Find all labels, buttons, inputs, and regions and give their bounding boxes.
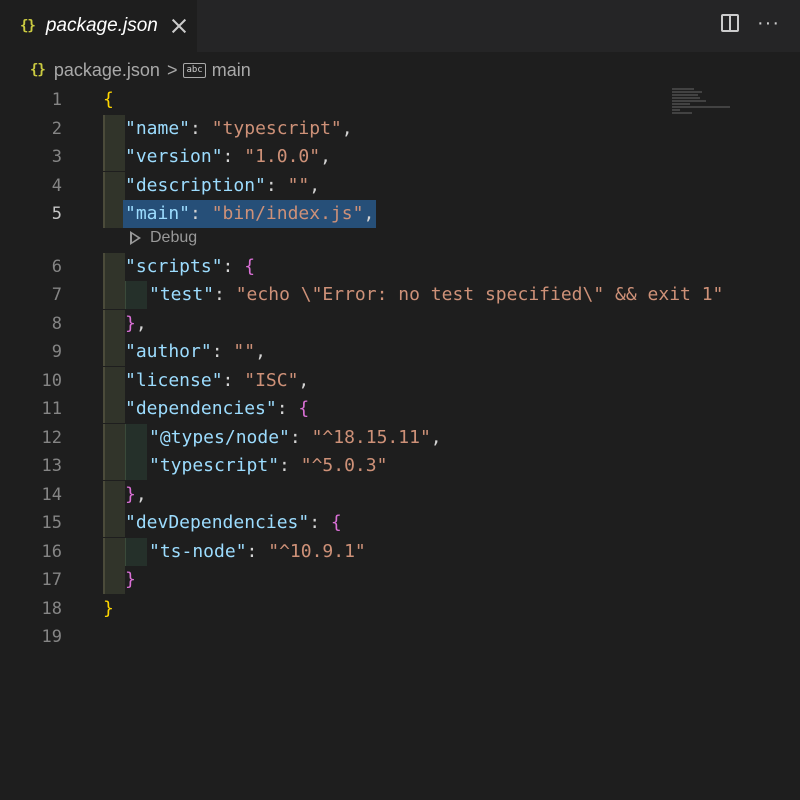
code-line: 19 [0,623,800,651]
line-number: 14 [41,485,62,505]
code-line: 10 "license": "ISC", [0,367,800,395]
indent-guide [125,424,147,452]
editor-actions: ··· [721,13,780,33]
indent-guide [103,115,125,143]
indent-guide [103,424,125,452]
play-icon [130,231,141,245]
code-line: 14 }, [0,481,800,509]
line-number: 9 [51,342,62,362]
json-file-icon: {} [30,62,46,78]
chevron-right-icon: > [166,59,178,80]
code-line: 17 } [0,566,800,594]
breadcrumb: {} package.json > abc main [0,56,251,84]
indent-guide [103,172,125,200]
code-line: 3 "version": "1.0.0", [0,143,800,171]
code-line: 8 }, [0,310,800,338]
indent-guide [103,281,125,309]
brace: { [103,89,114,110]
debug-codelens[interactable]: Debug [130,226,197,250]
tab-bar: {} package.json ··· [0,0,800,52]
json-file-icon: {} [20,18,36,34]
line-number: 5 [51,204,62,224]
line-number: 13 [41,456,62,476]
line-number: 3 [51,147,62,167]
indent-guide [103,395,125,423]
line-number: 12 [41,428,62,448]
line-number: 15 [41,513,62,533]
code-line: 15 "devDependencies": { [0,509,800,537]
more-actions-icon[interactable]: ··· [757,13,780,33]
line-number: 6 [51,257,62,277]
indent-guide [103,509,125,537]
indent-guide [103,481,125,509]
code-line: 7 "test": "echo \"Error: no test specifi… [0,281,800,309]
indent-guide [103,143,125,171]
line-number: 19 [41,627,62,647]
tab-package-json[interactable]: {} package.json [0,0,197,52]
code-line: 16 "ts-node": "^10.9.1" [0,538,800,566]
code-editor[interactable]: 1 { 2 "name": "typescript", 3 "version":… [0,86,800,800]
indent-guide [103,538,125,566]
indent-guide [103,310,125,338]
indent-guide [103,566,125,594]
breadcrumb-symbol[interactable]: main [212,60,251,81]
code-line: 4 "description": "", [0,172,800,200]
indent-guide [125,281,147,309]
indent-guide [103,200,125,228]
line-number: 4 [51,176,62,196]
indent-guide [103,338,125,366]
line-number: 7 [51,285,62,305]
code-line: 13 "typescript": "^5.0.3" [0,452,800,480]
line-number: 16 [41,542,62,562]
code-line: 2 "name": "typescript", [0,115,800,143]
code-line: 11 "dependencies": { [0,395,800,423]
line-number: 17 [41,570,62,590]
code-line-selected: 5 "main": "bin/index.js", [0,200,800,228]
code-line: 9 "author": "", [0,338,800,366]
line-number: 8 [51,314,62,334]
breadcrumb-file[interactable]: package.json [54,60,160,81]
indent-guide [103,367,125,395]
line-number: 2 [51,119,62,139]
close-icon[interactable] [170,17,188,35]
indent-guide [125,538,147,566]
line-number: 11 [41,399,62,419]
debug-label: Debug [150,229,198,246]
line-number: 10 [41,371,62,391]
indent-guide [103,452,125,480]
code-line: 6 "scripts": { [0,253,800,281]
selection: "main": "bin/index.js", [123,200,377,228]
tab-label: package.json [45,15,158,36]
code-line: 18 } [0,595,800,623]
line-number: 18 [41,599,62,619]
split-editor-icon[interactable] [721,14,740,32]
indent-guide [125,452,147,480]
code-line: 12 "@types/node": "^18.15.11", [0,424,800,452]
string-symbol-icon: abc [183,62,206,78]
indent-guide [103,253,125,281]
line-number: 1 [51,90,62,110]
code-line: 1 { [0,86,800,114]
